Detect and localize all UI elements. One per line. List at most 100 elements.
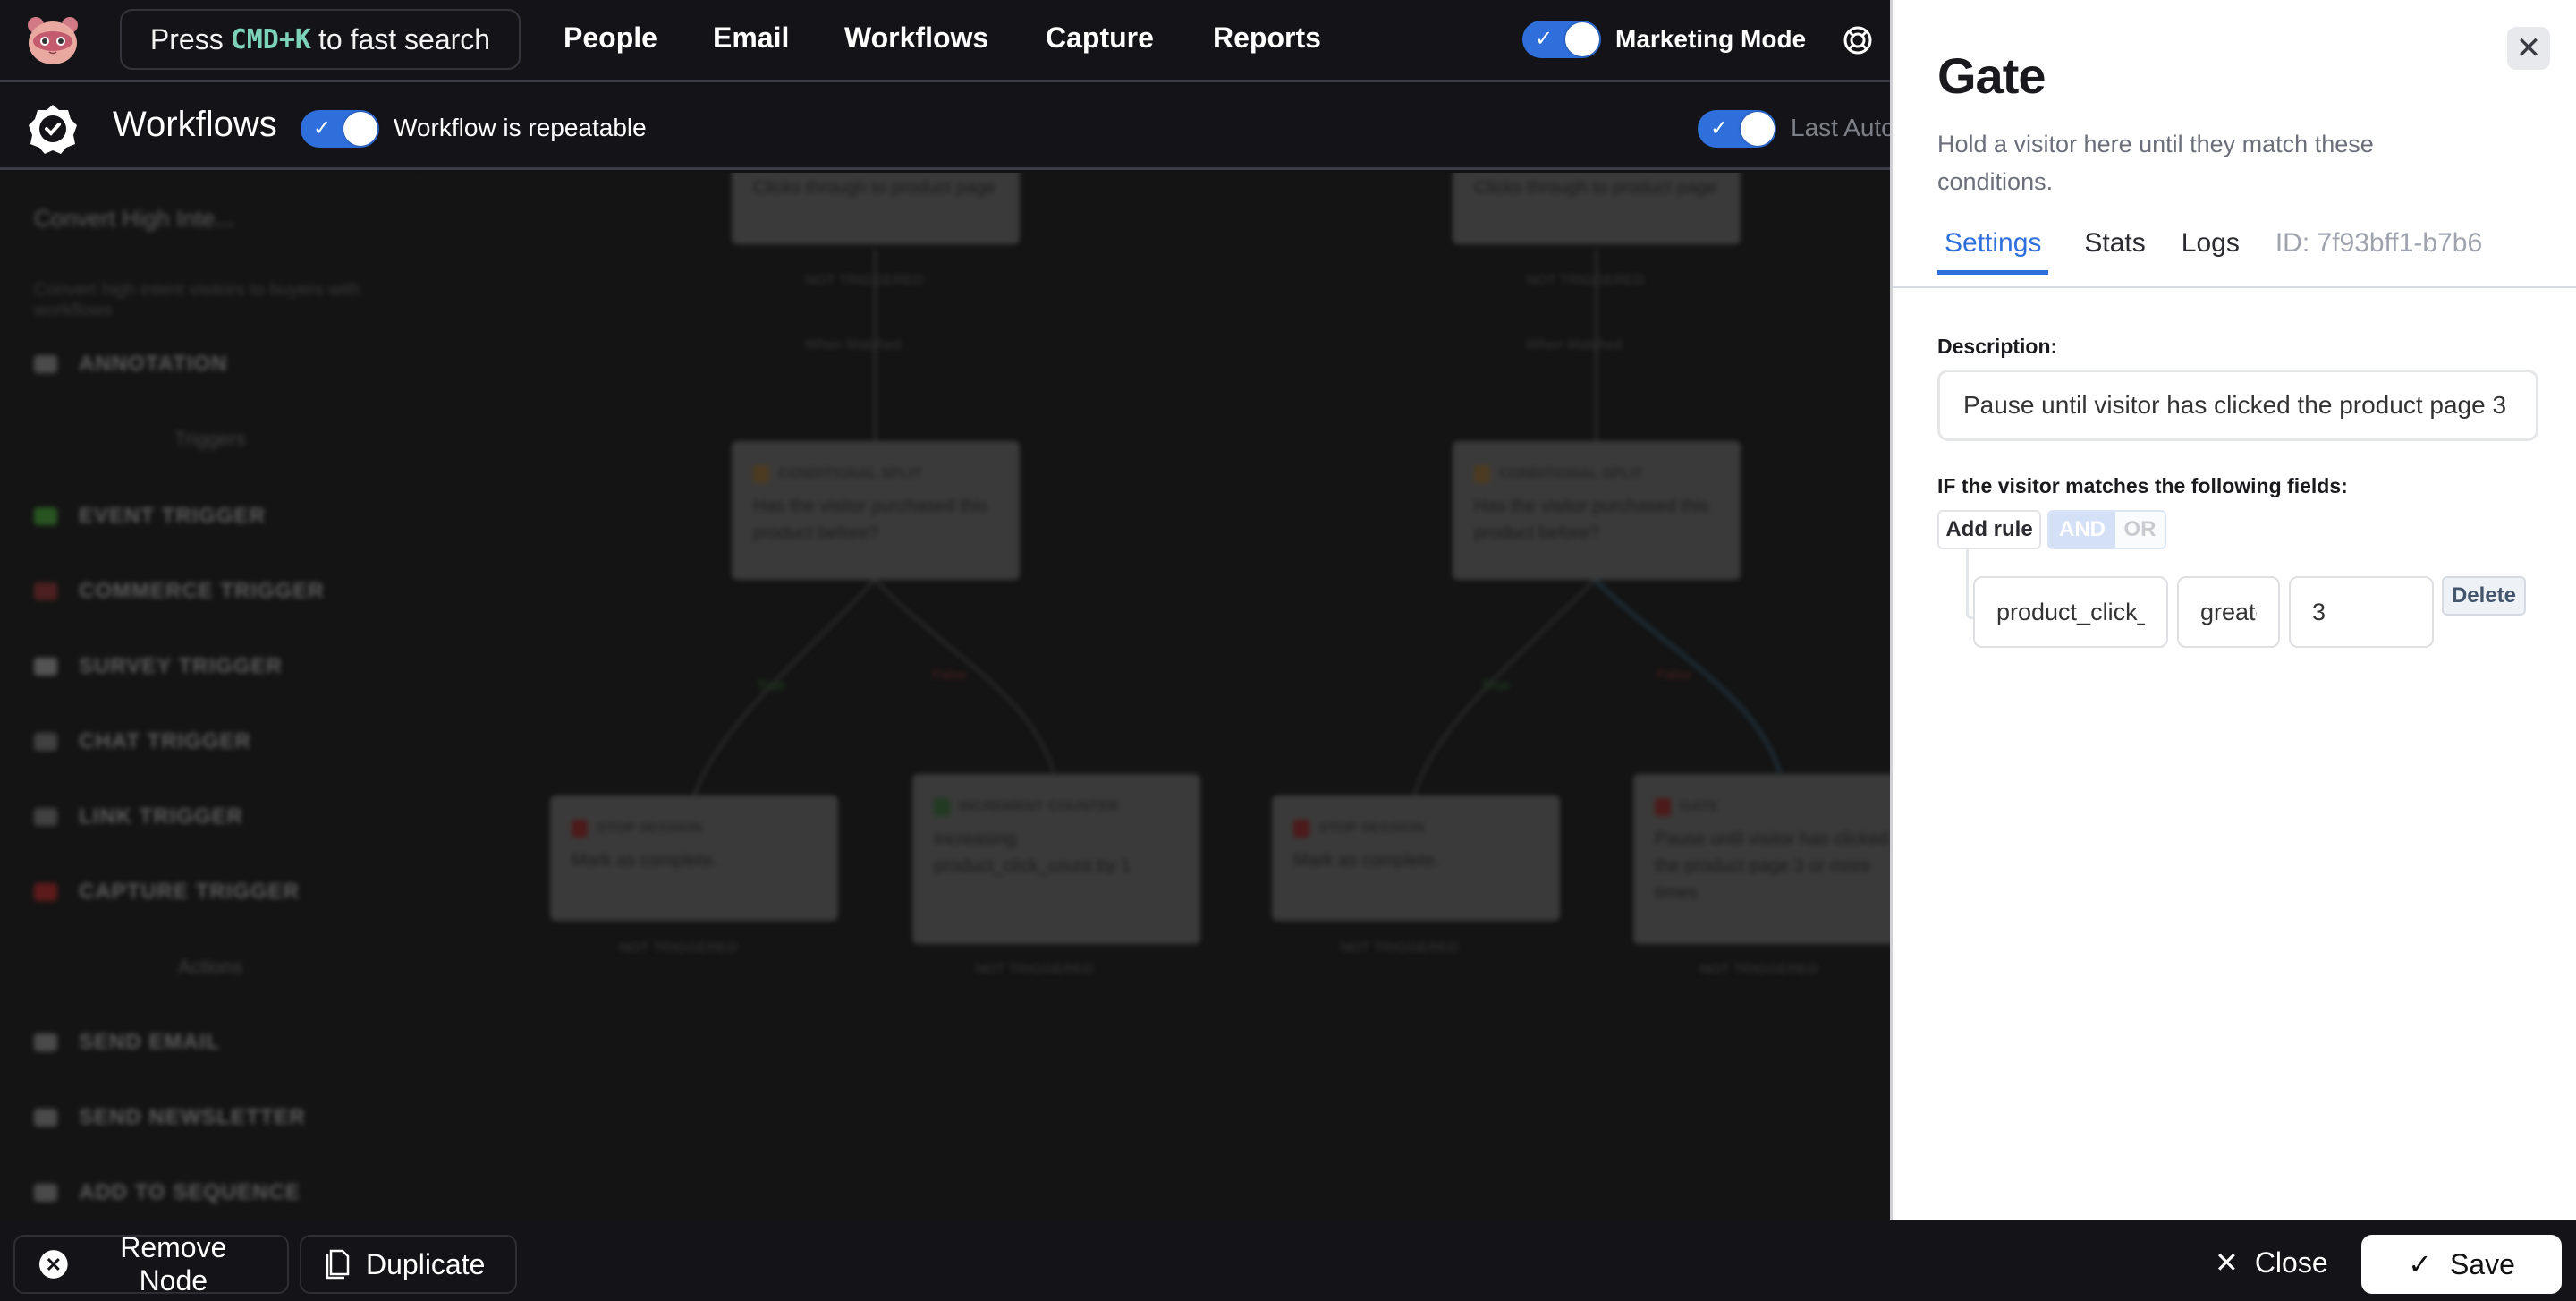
node-type: INCREMENT COUNTER (959, 799, 1119, 814)
nav-people[interactable]: People (564, 21, 657, 55)
save-label: Save (2449, 1247, 2515, 1280)
panel-close-button[interactable]: ✕ (2507, 27, 2550, 70)
node-type: CONDITIONAL SPLIT (778, 466, 922, 481)
node-text: Has the visitor purchased this product b… (753, 497, 988, 543)
node-settings-panel: Gate ✕ Hold a visitor here until they ma… (1890, 0, 2576, 1220)
rule-operator-select[interactable] (2177, 576, 2280, 648)
edge-label: When Matched (805, 337, 902, 353)
edge-status: NOT TRIGGERED (975, 962, 1094, 977)
search-shortcut: CMD+K (230, 23, 311, 55)
edge-label: When Matched (1526, 337, 1623, 353)
node-type: GATE (1680, 799, 1719, 814)
nav-email[interactable]: Email (713, 21, 789, 55)
nav-workflows[interactable]: Workflows (844, 21, 988, 55)
workflow-node[interactable]: STOP SESSION Mark as complete. (1272, 795, 1560, 921)
split-icon (1474, 465, 1490, 483)
check-icon: ✓ (313, 116, 332, 140)
panel-title: Gate (1937, 47, 2046, 104)
tab-settings[interactable]: Settings (1937, 228, 2049, 275)
node-text: Mark as complete. (572, 851, 718, 871)
workflow-node[interactable]: CONDITIONAL SPLIT Has the visitor purcha… (732, 441, 1020, 580)
save-button[interactable]: ✓ Save (2361, 1235, 2562, 1294)
edge-label-false: False (1657, 668, 1692, 683)
workflow-node[interactable]: STOP SESSION Mark as complete. (550, 795, 838, 921)
panel-subtitle: Hold a visitor here until they match the… (1937, 131, 2374, 195)
marketing-mode-label: Marketing Mode (1615, 25, 1807, 53)
autosave-label: Last Auto (1791, 114, 1895, 141)
add-rule-button[interactable]: Add rule (1937, 510, 2041, 549)
top-nav: Press CMD+K to fast search People Email … (0, 0, 1890, 82)
search-prefix: Press (149, 22, 224, 55)
close-icon: ✕ (2515, 31, 2542, 65)
combinator-or[interactable]: OR (2115, 512, 2165, 548)
workflow-node[interactable]: Clicks through to product page (1453, 173, 1741, 244)
close-button[interactable]: ✕ Close (2215, 1246, 2328, 1280)
search-suffix: to fast search (318, 22, 491, 55)
node-type: STOP SESSION (1318, 821, 1425, 836)
copy-icon (326, 1249, 350, 1280)
remove-node-button[interactable]: Remove Node (13, 1231, 289, 1297)
panel-tabs: Settings Stats Logs ID: 7f93bff1-b7b6 (1937, 228, 2526, 275)
help-lifebuoy-icon[interactable] (1843, 25, 1873, 55)
toggle-knob (1565, 22, 1599, 56)
tab-logs[interactable]: Logs (2182, 228, 2240, 275)
bottom-action-bar: Remove Node Duplicate ✕ Close ✓ Save (0, 1220, 2576, 1301)
marketing-mode-toggle[interactable]: ✓ (1522, 21, 1601, 58)
rules-label: IF the visitor matches the following fie… (1937, 474, 2348, 497)
close-icon: ✕ (2215, 1246, 2239, 1279)
toggle-knob (343, 112, 377, 146)
edge-status: NOT TRIGGERED (805, 273, 924, 288)
delete-rule-button[interactable]: Delete (2442, 576, 2526, 616)
check-icon: ✓ (2408, 1248, 2432, 1280)
node-text: Has the visitor purchased this product b… (1474, 497, 1709, 543)
edge-label-true: True (757, 678, 786, 693)
node-text: Mark as complete. (1293, 851, 1440, 871)
workflow-node[interactable]: CONDITIONAL SPLIT Has the visitor purcha… (1453, 441, 1741, 580)
node-text: Clicks through to product page (1474, 178, 1717, 198)
combinator-and[interactable]: AND (2049, 512, 2115, 548)
edge-label-false: False (932, 668, 968, 683)
duplicate-label: Duplicate (366, 1247, 486, 1280)
edge-curves (691, 578, 1782, 800)
workflow-node-selected[interactable]: GATE Pause until visitor has clicked the… (1633, 774, 1890, 944)
check-icon: ✓ (1710, 116, 1729, 140)
workflow-badge-icon (29, 105, 77, 154)
node-text: Clicks through to product page (753, 178, 996, 198)
edge-status: NOT TRIGGERED (1340, 940, 1459, 956)
repeatable-toggle[interactable]: ✓ (301, 110, 379, 148)
workflow-toolbar: Workflows ✓ Workflow is repeatable ✓ Las… (0, 85, 1895, 170)
node-text: Pause until visitor has clicked the prod… (1655, 829, 1889, 903)
workflow-node[interactable]: INCREMENT COUNTER Increasing product_cli… (912, 774, 1200, 944)
node-text: Increasing product_click_count by 1 (934, 829, 1131, 876)
rule-value-input[interactable] (2289, 576, 2434, 648)
tab-stats[interactable]: Stats (2084, 228, 2145, 275)
repeatable-label: Workflow is repeatable (394, 114, 647, 141)
rule-field-select[interactable] (1973, 576, 2168, 648)
remove-node-label: Remove Node (120, 1231, 227, 1297)
description-label: Description: (1937, 335, 2058, 358)
remove-circle-icon (38, 1250, 68, 1279)
workflow-node[interactable]: Clicks through to product page (732, 173, 1020, 244)
node-id: ID: 7f93bff1-b7b6 (2275, 228, 2483, 258)
duplicate-button[interactable]: Duplicate (300, 1235, 517, 1294)
edge-label-true: True (1481, 678, 1511, 693)
stop-icon (572, 820, 588, 838)
split-icon (753, 465, 769, 483)
description-input[interactable] (1937, 370, 2538, 441)
workflow-editor: Press CMD+K to fast search People Email … (0, 0, 2576, 1301)
canvas-backdrop: Convert High Inte... Convert high intent… (0, 173, 1890, 1220)
edge-status: NOT TRIGGERED (619, 940, 738, 956)
page-title: Workflows (113, 105, 277, 144)
search-box[interactable]: Press CMD+K to fast search (120, 9, 521, 70)
logo-icon[interactable] (25, 14, 80, 66)
nav-reports[interactable]: Reports (1213, 21, 1321, 55)
edge-status: NOT TRIGGERED (1699, 962, 1818, 977)
stop-icon (1293, 820, 1309, 838)
toggle-knob (1741, 112, 1775, 146)
counter-icon (934, 798, 950, 816)
node-type: STOP SESSION (597, 821, 703, 836)
gate-icon (1655, 798, 1671, 816)
autosave-toggle[interactable]: ✓ (1698, 110, 1776, 148)
nav-capture[interactable]: Capture (1046, 21, 1154, 55)
check-icon: ✓ (1535, 27, 1554, 51)
